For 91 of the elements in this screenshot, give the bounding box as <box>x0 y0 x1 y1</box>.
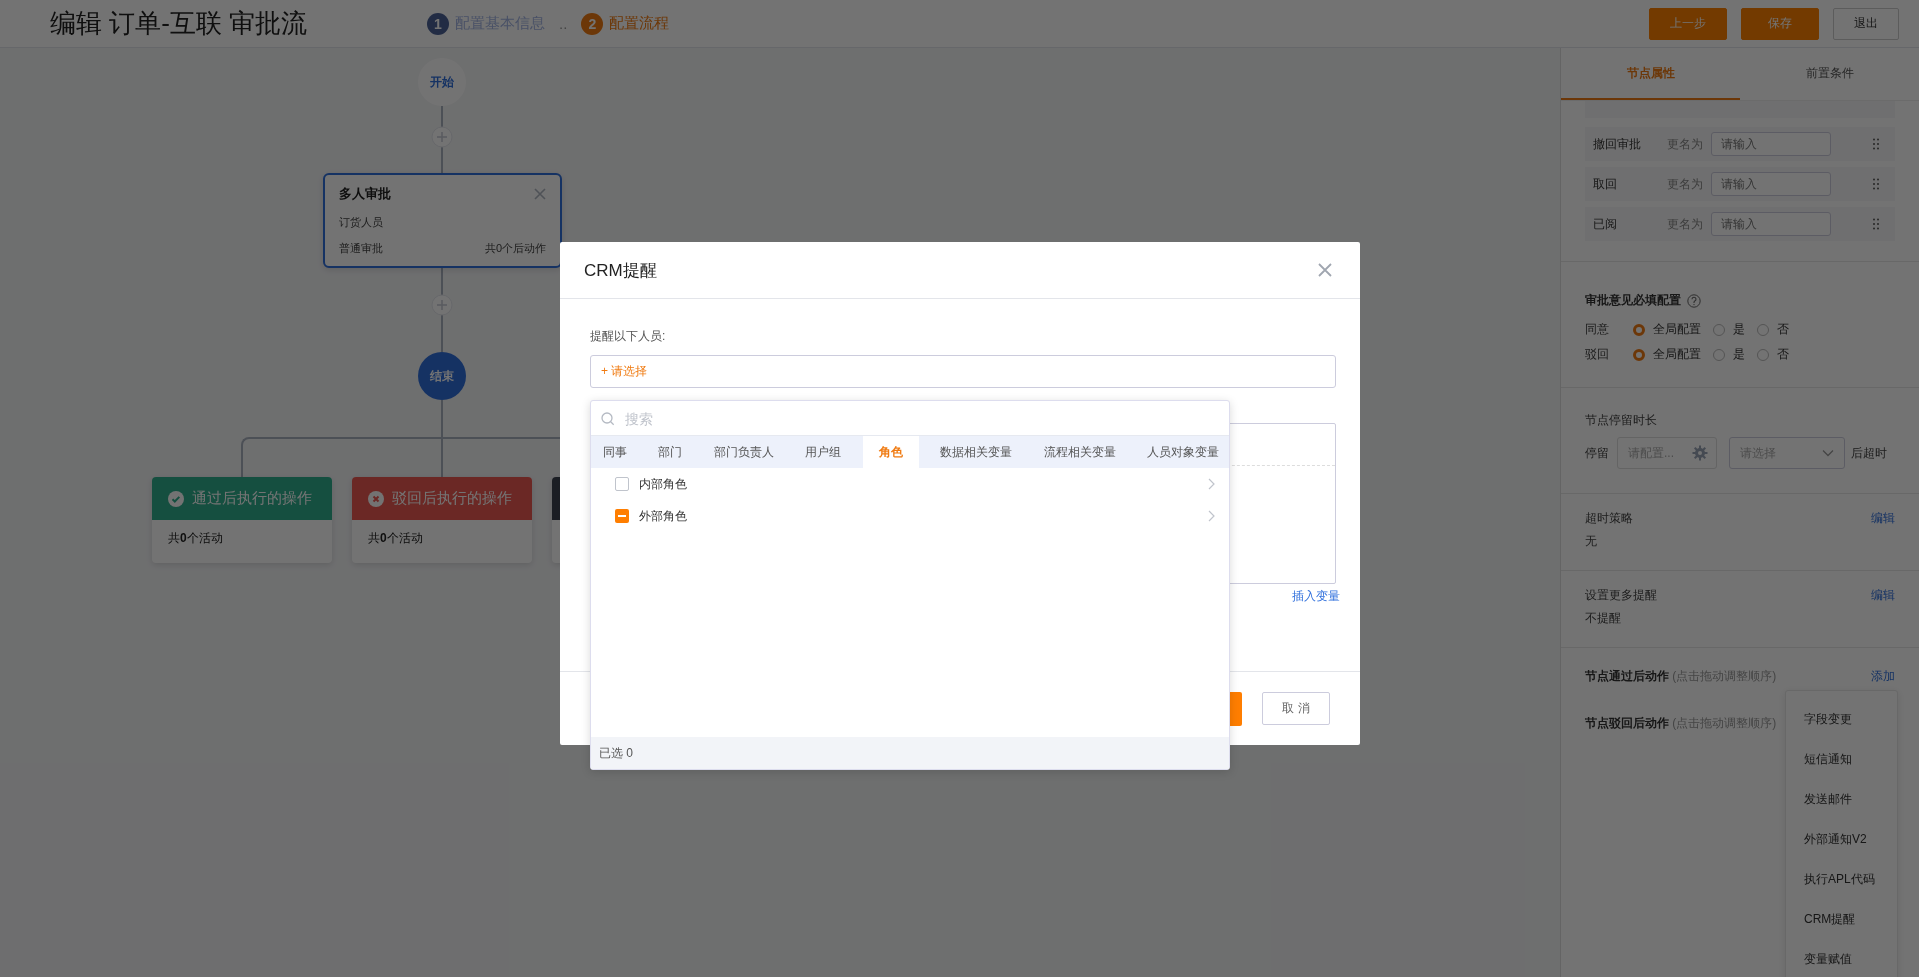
radio-option[interactable]: 是 <box>1713 321 1745 338</box>
menu-item[interactable]: 执行APL代码 <box>1786 859 1897 899</box>
branch-card[interactable]: 驳回后执行的操作 共0个活动 <box>352 477 532 563</box>
radio-option[interactable]: 是 <box>1713 346 1745 363</box>
rename-input[interactable]: 请输入 <box>1711 132 1831 156</box>
rename-input[interactable]: 请输入 <box>1711 212 1831 236</box>
node-type: 普通审批 <box>339 241 383 256</box>
role-group-label[interactable]: 外部角色 <box>639 507 687 525</box>
section-value: 无 <box>1585 533 1598 550</box>
check-circle-icon <box>168 490 184 507</box>
dialog-title: CRM提醒 <box>584 259 657 282</box>
picker-tab[interactable]: 角色 <box>862 436 919 468</box>
checkbox[interactable] <box>615 477 629 491</box>
section-title: 节点停留时长 <box>1585 412 1658 429</box>
chevron-down-icon <box>1822 449 1834 457</box>
radio-option[interactable]: 否 <box>1757 321 1789 338</box>
branch-card[interactable]: 通过后执行的操作 共0个活动 <box>152 477 332 563</box>
section-title: 节点通过后动作 <box>1585 669 1669 683</box>
step-number: 1 <box>427 12 449 35</box>
edit-link[interactable]: 编辑 <box>1871 510 1895 527</box>
page-title: 编辑 订单-互联 审批流 <box>50 7 309 40</box>
drag-handle-icon[interactable] <box>1873 138 1879 150</box>
drag-handle-icon[interactable] <box>1873 178 1879 190</box>
menu-item[interactable]: 发送邮件 <box>1786 779 1897 819</box>
header-button[interactable]: 上一步 <box>1649 7 1727 40</box>
close-icon[interactable] <box>1318 263 1332 277</box>
panel-tab[interactable]: 前置条件 <box>1740 48 1919 100</box>
picker-tab[interactable]: 人员对象变量 <box>1136 436 1229 468</box>
field-label: 停留 <box>1585 444 1610 462</box>
picker-tab[interactable]: 同事 <box>593 436 637 468</box>
action-label: 已阅 <box>1593 215 1618 233</box>
step-label: 配置流程 <box>609 14 670 33</box>
step-separator: .. <box>559 15 568 32</box>
header-button[interactable]: 退出 <box>1833 7 1899 40</box>
menu-item[interactable]: CRM提醒 <box>1786 899 1897 939</box>
radio-option[interactable]: 全局配置 <box>1633 321 1701 338</box>
selected-count: 已选 0 <box>599 744 633 762</box>
menu-item[interactable]: 短信通知 <box>1786 739 1897 779</box>
branch-title: 驳回后执行的操作 <box>392 489 512 508</box>
add-node-button[interactable] <box>431 294 453 316</box>
activity-count: 共0个活动 <box>168 531 223 545</box>
role-group-label[interactable]: 内部角色 <box>639 475 687 493</box>
radio-option[interactable]: 否 <box>1757 346 1789 363</box>
add-link[interactable]: 添加 <box>1871 668 1895 685</box>
menu-item[interactable]: 字段变更 <box>1786 699 1897 739</box>
drag-handle-icon[interactable] <box>1873 218 1879 230</box>
settings-icon[interactable] <box>1692 445 1708 461</box>
picker-tab[interactable]: 部门负责人 <box>703 436 784 468</box>
radio-row-label: 同意 <box>1585 321 1610 338</box>
field-label: 提醒以下人员: <box>590 328 667 345</box>
section-title: 超时策略 <box>1585 510 1633 527</box>
section-title: 节点驳回后动作 <box>1585 716 1669 730</box>
step-number: 2 <box>581 12 604 35</box>
edit-link[interactable]: 编辑 <box>1871 587 1895 604</box>
radio-button[interactable] <box>1633 348 1645 361</box>
help-icon[interactable] <box>1687 293 1701 308</box>
radio-option[interactable]: 全局配置 <box>1633 346 1701 363</box>
radio-button[interactable] <box>1633 323 1645 336</box>
section-title: 设置更多提醒 <box>1585 587 1657 604</box>
cancel-button[interactable]: 取 消 <box>1262 692 1330 725</box>
radio-row-label: 驳回 <box>1585 346 1610 363</box>
partial-checkbox[interactable] <box>615 509 629 523</box>
menu-item[interactable]: 变量赋值 <box>1786 939 1897 977</box>
header-button[interactable]: 保存 <box>1741 7 1819 40</box>
field-suffix: 后超时 <box>1851 444 1887 462</box>
activity-count: 共0个活动 <box>368 531 423 545</box>
section-value: 不提醒 <box>1585 610 1622 627</box>
picker-tab[interactable]: 流程相关变量 <box>1033 436 1126 468</box>
action-label: 取回 <box>1593 175 1618 193</box>
rename-input[interactable]: 请输入 <box>1711 172 1831 196</box>
action-label: 撤回审批 <box>1593 135 1642 153</box>
node-assignee: 订货人员 <box>339 214 384 230</box>
node-title: 多人审批 <box>339 185 391 203</box>
menu-item[interactable]: 外部通知V2 <box>1786 819 1897 859</box>
picker-tab[interactable]: 用户组 <box>795 436 852 468</box>
end-node[interactable]: 结束 <box>418 352 466 400</box>
node-action-count: 共0个后动作 <box>484 241 546 256</box>
insert-variable-link[interactable]: 插入变量 <box>1292 588 1340 605</box>
add-node-button[interactable] <box>431 126 453 148</box>
branch-title: 通过后执行的操作 <box>192 489 312 508</box>
recipient-select-field[interactable]: + 请选择 <box>590 355 1336 388</box>
chevron-right-icon[interactable] <box>1208 478 1215 490</box>
chevron-right-icon[interactable] <box>1208 510 1215 522</box>
start-node[interactable]: 开始 <box>418 58 466 106</box>
picker-tab[interactable]: 数据相关变量 <box>930 436 1023 468</box>
close-icon[interactable] <box>534 188 546 200</box>
picker-tab[interactable]: 部门 <box>648 436 693 468</box>
search-icon <box>601 412 615 426</box>
section-title: 审批意见必填配置 <box>1585 292 1681 309</box>
approval-node-card[interactable]: 多人审批 订货人员 普通审批 共0个后动作 <box>323 173 562 268</box>
x-circle-icon <box>368 490 384 507</box>
